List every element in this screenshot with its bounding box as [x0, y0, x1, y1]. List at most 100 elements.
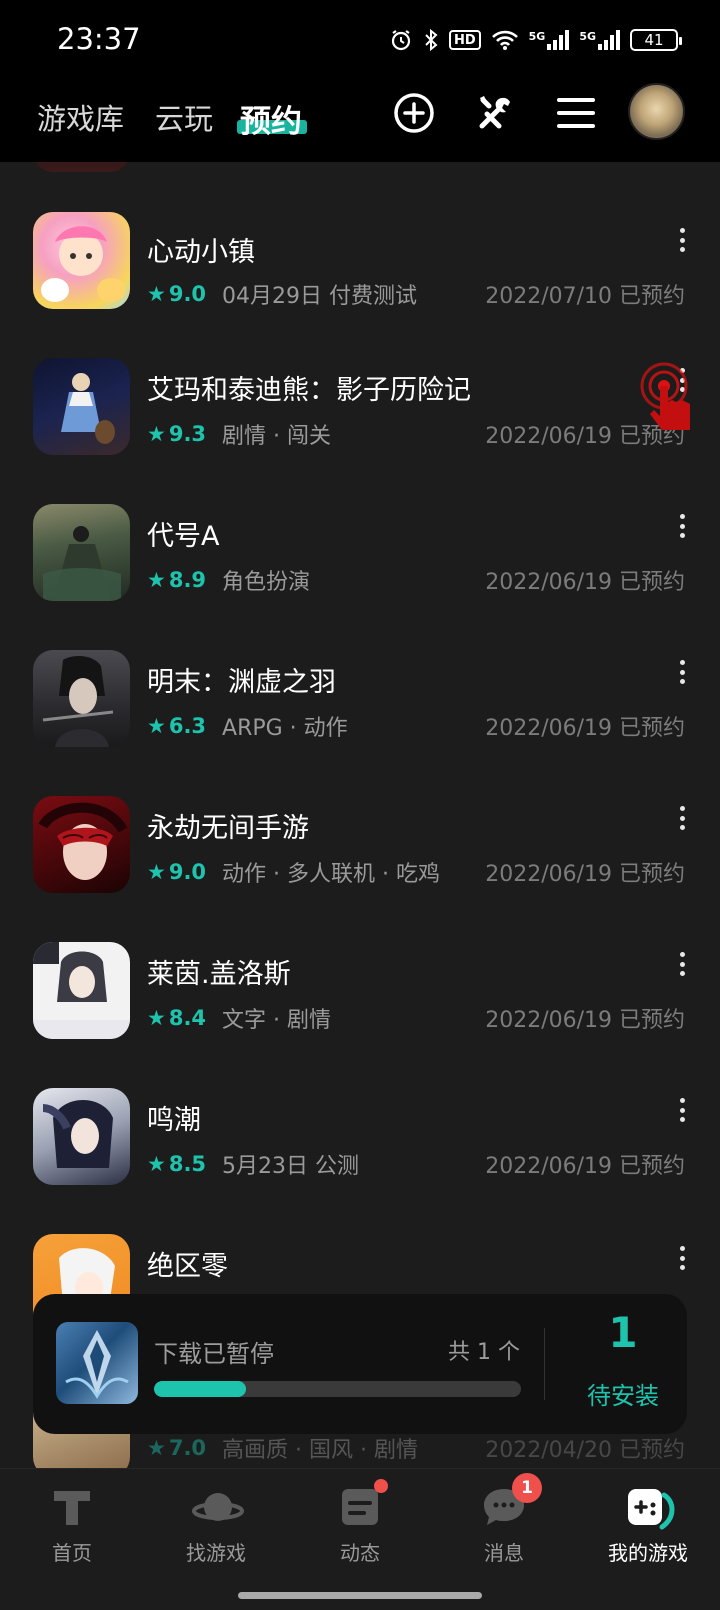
star-icon: ★	[147, 714, 166, 738]
wifi-icon	[491, 29, 519, 51]
nav-label: 动态	[340, 1541, 380, 1565]
download-status: 下载已暂停	[154, 1340, 274, 1368]
rating: ★ 9.0	[147, 860, 207, 884]
more-options-icon[interactable]	[678, 1246, 686, 1270]
more-options-icon[interactable]	[678, 514, 686, 538]
battery-icon: 41	[630, 29, 682, 51]
list-item[interactable]: 鸣潮 ★ 8.5 5月23日 公测 2022/06/19 已预约	[0, 1088, 720, 1234]
status-icons: HD 5G 5G 41	[389, 28, 682, 52]
game-tags: 剧情 · 闯关	[222, 424, 332, 449]
home-indicator	[238, 1592, 482, 1599]
list-item[interactable]: 心动小镇 ★ 9.0 04月29日 付费测试 2022/07/10 已预约	[0, 212, 720, 358]
star-icon: ★	[147, 1436, 166, 1460]
game-tags: 动作 · 多人联机 · 吃鸡	[222, 862, 440, 887]
game-title: 鸣潮	[147, 1105, 201, 1136]
rating: ★ 6.3	[147, 714, 207, 738]
game-icon-partial	[33, 162, 130, 172]
signal-icon-1: 5G	[529, 30, 570, 50]
star-icon: ★	[147, 1006, 166, 1030]
game-meta: ★ 8.9 角色扮演	[147, 564, 310, 596]
game-title: 艾玛和泰迪熊：影子历险记	[147, 375, 471, 406]
star-icon: ★	[147, 282, 166, 306]
rating: ★ 8.5	[147, 1152, 207, 1176]
avatar[interactable]	[628, 83, 685, 140]
list-item[interactable]: 明末：渊虚之羽 ★ 6.3 ARPG · 动作 2022/06/19 已预约	[0, 650, 720, 796]
message-badge: 1	[512, 1473, 542, 1503]
plus-circle-icon[interactable]	[391, 90, 437, 136]
download-progress-bar	[154, 1381, 521, 1397]
game-title: 绝区零	[147, 1251, 228, 1282]
pending-install-count[interactable]: 1	[576, 1308, 670, 1357]
reserved-date: 2022/06/19 已预约	[485, 570, 685, 595]
download-app-icon	[56, 1322, 138, 1404]
download-count: 共 1 个	[448, 1340, 520, 1365]
game-meta: ★ 7.0 高画质 · 国风 · 剧情	[147, 1432, 418, 1464]
bluetooth-icon	[423, 28, 439, 52]
more-options-icon[interactable]	[678, 806, 686, 830]
game-tags: 高画质 · 国风 · 剧情	[222, 1438, 418, 1463]
game-icon	[33, 358, 130, 455]
game-title: 代号A	[147, 521, 220, 552]
reserved-date: 2022/06/19 已预约	[485, 716, 685, 741]
nav-home[interactable]: 首页	[0, 1485, 144, 1566]
reserved-date: 2022/06/19 已预约	[485, 1008, 685, 1033]
reservation-list: 心动小镇 ★ 9.0 04月29日 付费测试 2022/07/10 已预约 艾玛和…	[0, 162, 720, 1468]
game-tags: ARPG · 动作	[222, 716, 348, 741]
reserved-date: 2022/06/19 已预约	[485, 862, 685, 887]
list-item[interactable]: 代号A ★ 8.9 角色扮演 2022/06/19 已预约	[0, 504, 720, 650]
game-icon	[33, 1088, 130, 1185]
tab-game-library[interactable]: 游戏库	[37, 96, 124, 138]
game-meta: ★ 9.3 剧情 · 闯关	[147, 418, 331, 450]
tools-icon[interactable]	[472, 90, 518, 136]
game-tags: 角色扮演	[222, 570, 311, 595]
game-meta: ★ 8.5 5月23日 公测	[147, 1148, 359, 1180]
game-title: 心动小镇	[147, 237, 255, 268]
list-item[interactable]: 永劫无间手游 ★ 9.0 动作 · 多人联机 · 吃鸡 2022/06/19 已预…	[0, 796, 720, 942]
game-meta: ★ 6.3 ARPG · 动作	[147, 710, 348, 742]
game-tags: 04月29日 付费测试	[222, 284, 418, 309]
tab-cloud-play[interactable]: 云玩	[155, 96, 213, 138]
download-card[interactable]: 下载已暂停 共 1 个 1 待安装	[33, 1294, 687, 1434]
network-type-label: 5G	[528, 30, 546, 43]
list-item[interactable]: 艾玛和泰迪熊：影子历险记 ★ 9.3 剧情 · 闯关 2022/06/19 已预约	[0, 358, 720, 504]
nav-find-games[interactable]: 找游戏	[144, 1485, 288, 1566]
nav-feed[interactable]: 动态	[288, 1479, 432, 1566]
game-meta: ★ 9.0 动作 · 多人联机 · 吃鸡	[147, 856, 440, 888]
planet-icon	[192, 1485, 244, 1529]
rating: ★ 8.9	[147, 568, 207, 592]
more-options-icon[interactable]	[678, 952, 686, 976]
tab-reservations[interactable]: 预约	[240, 96, 302, 141]
star-icon: ★	[147, 1152, 166, 1176]
nav-my-games[interactable]: 我的游戏	[576, 1485, 720, 1566]
game-icon	[33, 796, 130, 893]
rating: ★ 8.4	[147, 1006, 207, 1030]
more-options-icon[interactable]	[678, 1098, 686, 1122]
divider	[544, 1328, 545, 1400]
network-type-label: 5G	[579, 30, 596, 43]
tap-hand-icon	[636, 360, 696, 440]
alarm-icon	[389, 28, 413, 52]
game-tags: 文字 · 剧情	[222, 1008, 332, 1033]
more-options-icon[interactable]	[678, 228, 686, 252]
nav-messages[interactable]: 1 消息	[432, 1473, 576, 1566]
nav-label: 消息	[484, 1541, 524, 1565]
status-bar: 23:37 HD 5G 5G 41	[0, 0, 720, 84]
more-options-icon[interactable]	[678, 660, 686, 684]
menu-icon[interactable]	[553, 90, 599, 136]
top-nav: 游戏库 云玩 预约	[0, 83, 720, 162]
rating: ★ 7.0	[147, 1436, 207, 1460]
home-t-icon	[48, 1485, 96, 1529]
feed-icon	[336, 1479, 388, 1529]
pending-install-label[interactable]: 待安装	[576, 1376, 670, 1411]
signal-icon-2: 5G	[579, 30, 620, 50]
game-title: 明末：渊虚之羽	[147, 667, 336, 698]
star-icon: ★	[147, 860, 166, 884]
nav-label: 找游戏	[186, 1541, 246, 1565]
status-time: 23:37	[57, 22, 141, 56]
bottom-nav: 首页 找游戏 动态 1 消息 我的游戏	[0, 1468, 720, 1610]
game-meta: ★ 8.4 文字 · 剧情	[147, 1002, 331, 1034]
list-item[interactable]: 莱茵.盖洛斯 ★ 8.4 文字 · 剧情 2022/06/19 已预约	[0, 942, 720, 1088]
game-meta: ★ 9.0 04月29日 付费测试	[147, 278, 417, 310]
gamepad-icon	[624, 1485, 675, 1530]
reserved-date: 2022/06/19 已预约	[485, 1154, 685, 1179]
